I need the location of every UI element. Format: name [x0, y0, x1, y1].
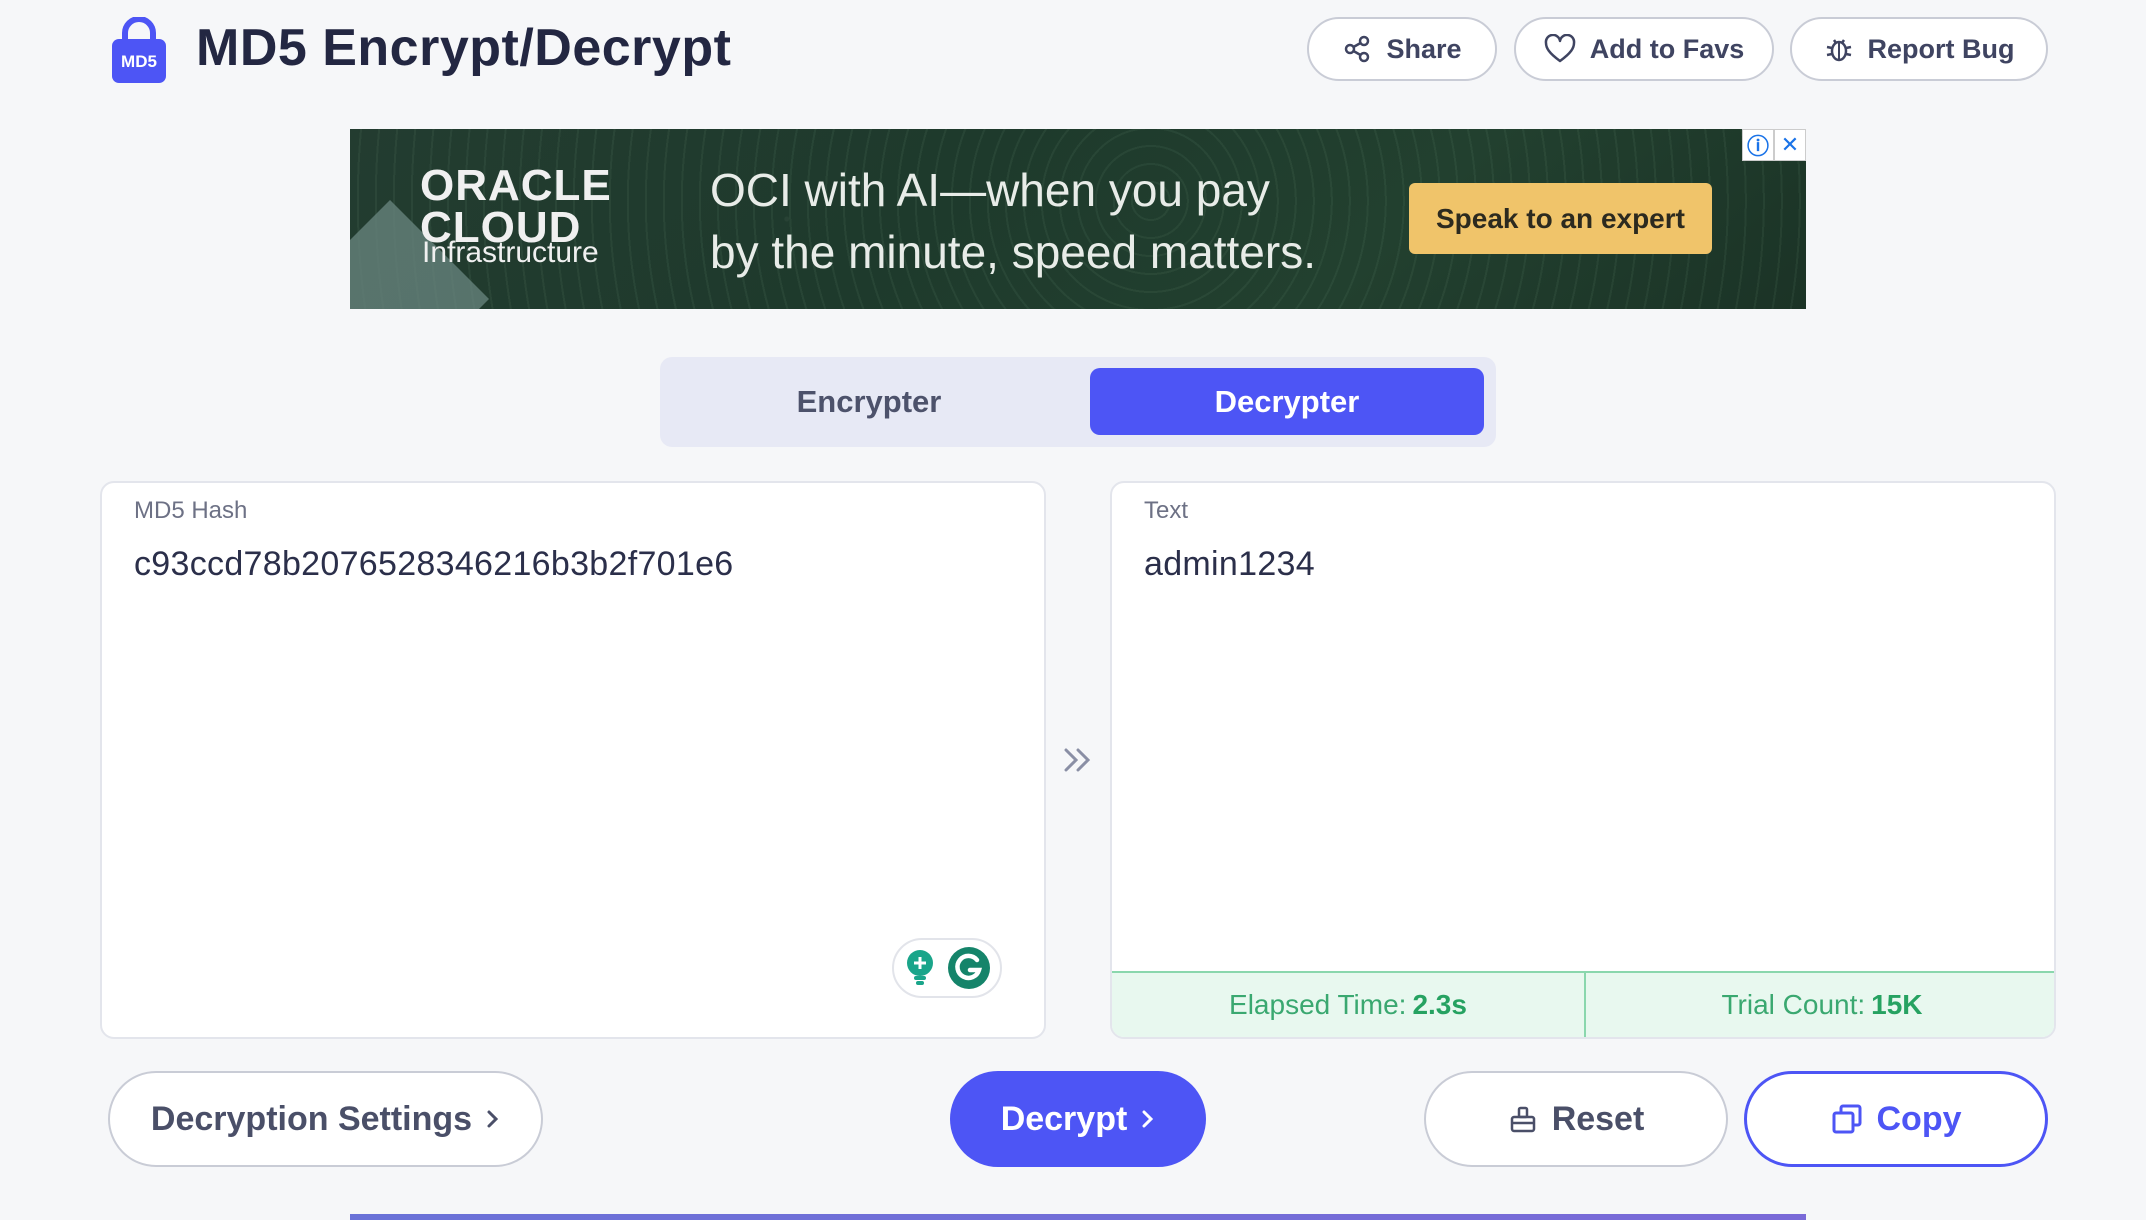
- report-bug-button[interactable]: Report Bug: [1790, 17, 2048, 81]
- ad-headline: OCI with AI—when you pay by the minute, …: [710, 159, 1316, 283]
- copy-button[interactable]: Copy: [1744, 1071, 2048, 1167]
- report-bug-label: Report Bug: [1867, 33, 2015, 64]
- mode-tabs: Encrypter Decrypter: [660, 357, 1496, 447]
- trial-count-label: Trial Count:: [1721, 989, 1866, 1020]
- advertisement-banner[interactable]: ORACLE CLOUD Infrastructure OCI with AI—…: [350, 129, 1806, 309]
- share-button[interactable]: Share: [1307, 17, 1497, 81]
- ad-brand-line-1: ORACLE: [420, 161, 612, 210]
- grammarly-widget[interactable]: [892, 938, 1002, 998]
- trial-count-stat: Trial Count: 15K: [1584, 973, 2054, 1037]
- text-output-label: Text: [1144, 497, 1189, 524]
- add-to-favs-label: Add to Favs: [1589, 33, 1745, 64]
- elapsed-time-value: 2.3s: [1412, 989, 1467, 1020]
- md5-hash-input[interactable]: c93ccd78b2076528346216b3b2f701e6: [134, 545, 734, 584]
- grammarly-icon: [948, 947, 990, 989]
- ad-cta-button[interactable]: Speak to an expert: [1409, 183, 1712, 254]
- text-output-panel[interactable]: Text admin1234 Elapsed Time: 2.3s Trial …: [1110, 481, 2056, 1039]
- text-output-value[interactable]: admin1234: [1144, 545, 1315, 584]
- decryption-settings-label: Decryption Settings: [150, 1099, 473, 1138]
- copy-icon: [1832, 1104, 1861, 1134]
- reset-label: Reset: [1551, 1099, 1645, 1138]
- logo-text: MD5: [121, 52, 157, 71]
- share-icon: [1345, 35, 1370, 63]
- chevron-right-icon: [487, 1110, 499, 1128]
- bug-icon: [1826, 39, 1851, 62]
- decryption-stats: Elapsed Time: 2.3s Trial Count: 15K: [1112, 971, 2054, 1037]
- tab-decrypter[interactable]: Decrypter: [1090, 368, 1484, 435]
- share-label: Share: [1386, 33, 1462, 64]
- decrypt-button[interactable]: Decrypt: [950, 1071, 1206, 1167]
- eraser-icon: [1510, 1106, 1535, 1133]
- ad-brand-subline: Infrastructure: [422, 236, 599, 269]
- double-chevron-right-icon: [1060, 740, 1096, 780]
- md5-hash-panel[interactable]: MD5 Hash c93ccd78b2076528346216b3b2f701e…: [100, 481, 1046, 1039]
- page-title: MD5 Encrypt/Decrypt: [196, 19, 732, 77]
- header: MD5 MD5 Encrypt/Decrypt Share Add to Fav…: [0, 0, 2146, 100]
- next-ad-banner-edge: [350, 1214, 1806, 1220]
- ad-choices: ⓘ ✕: [1742, 129, 1806, 161]
- md5-hash-label: MD5 Hash: [134, 497, 248, 524]
- elapsed-time-stat: Elapsed Time: 2.3s: [1112, 973, 1584, 1037]
- ad-close-icon[interactable]: ✕: [1774, 129, 1806, 161]
- decryption-settings-button[interactable]: Decryption Settings: [108, 1071, 543, 1167]
- reset-button[interactable]: Reset: [1424, 1071, 1728, 1167]
- heart-icon: [1544, 34, 1575, 63]
- elapsed-time-label: Elapsed Time:: [1229, 989, 1407, 1020]
- ad-headline-line-1: OCI with AI—when you pay: [710, 164, 1270, 216]
- ad-info-icon[interactable]: ⓘ: [1742, 129, 1774, 161]
- md5-lock-logo[interactable]: MD5: [110, 17, 168, 83]
- trial-count-value: 15K: [1871, 989, 1923, 1020]
- copy-label: Copy: [1876, 1099, 1962, 1138]
- lightbulb-icon: [907, 950, 933, 985]
- add-to-favs-button[interactable]: Add to Favs: [1514, 17, 1774, 81]
- tab-encrypter[interactable]: Encrypter: [672, 368, 1066, 435]
- chevron-right-icon: [1142, 1110, 1154, 1128]
- decrypt-label: Decrypt: [1000, 1099, 1128, 1138]
- ad-headline-line-2: by the minute, speed matters.: [710, 226, 1316, 278]
